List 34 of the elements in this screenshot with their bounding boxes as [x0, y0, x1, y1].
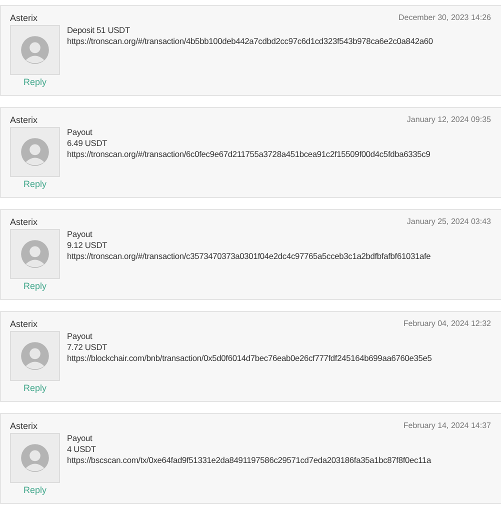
message-text: https://tronscan.org/#/transaction/4b5bb100deb442a7cdbd2cc97c6d1cd323f543b978ca6e2c0a842a60	[67, 36, 433, 46]
author-name: Asterix	[10, 115, 38, 125]
post-date: February 04, 2024 12:32	[403, 319, 491, 329]
message-text: Deposit 51 USDT	[67, 25, 131, 35]
reply-link[interactable]: Reply	[23, 281, 46, 291]
reply-link[interactable]: Reply	[23, 383, 46, 393]
reply-link[interactable]: Reply	[23, 179, 46, 189]
message-text: 4 USDT	[67, 444, 97, 454]
message-text: 7.72 USDT	[67, 342, 108, 352]
message-text: https://blockchair.com/bnb/transaction/0x5d0f6014d7bec76eab0e26cf777fdf245164b699aa6760e35e5	[67, 353, 432, 363]
message-text: https://tronscan.org/#/transaction/6c0fec9e67d211755a3728a451bcea91c2f15509f00d4c5fdba6335c9	[67, 149, 430, 159]
reply-link[interactable]: Reply	[23, 485, 46, 495]
avatar-icon	[10, 433, 60, 483]
message-text: https://bscscan.com/tx/0xe64fad9f51331e2da8491197586c29571cd7eda203186fa35a1bc87f8f0ec11a	[67, 455, 431, 465]
avatar-icon	[10, 331, 60, 381]
message-text: Payout	[67, 127, 94, 137]
message-text: Payout	[67, 229, 94, 239]
avatar-icon	[10, 229, 60, 279]
post-date: January 12, 2024 09:35	[406, 115, 491, 125]
post-date: January 25, 2024 03:43	[406, 217, 491, 227]
author-name: Asterix	[10, 319, 38, 329]
message-text: 6.49 USDT	[67, 138, 108, 148]
author-name: Asterix	[10, 421, 38, 431]
post-date: December 30, 2023 14:26	[398, 13, 491, 23]
author-name: Asterix	[10, 13, 38, 23]
avatar-icon	[10, 25, 60, 75]
message-text: Payout	[67, 433, 94, 443]
avatar-icon	[10, 127, 60, 177]
post-date: February 14, 2024 14:37	[403, 421, 491, 431]
message-text: https://tronscan.org/#/transaction/c3573470373a0301f04e2dc4c97765a5cceb3c1a2bdfbfafbf61031afe	[67, 251, 431, 261]
reply-link[interactable]: Reply	[23, 77, 46, 87]
message-text: 9.12 USDT	[67, 240, 108, 250]
author-name: Asterix	[10, 217, 38, 227]
message-text: Payout	[67, 331, 94, 341]
